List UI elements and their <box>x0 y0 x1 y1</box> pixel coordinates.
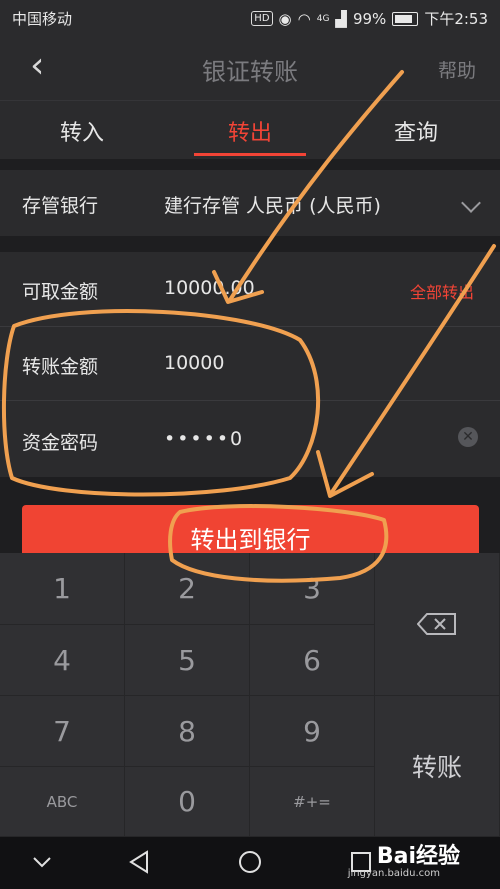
battery-percent: 99% <box>352 9 387 28</box>
amount-label: 转账金额 <box>22 356 99 378</box>
clock: 下午2:53 <box>424 10 488 28</box>
battery-icon <box>392 11 419 26</box>
status-bar: 中国移动 HD ◉ ◠ 4G ▟ 99% 下午2:53 <box>0 0 500 34</box>
key-0[interactable]: 0 <box>125 767 250 837</box>
key-6[interactable]: 6 <box>250 625 375 696</box>
password-input[interactable]: •••••0 <box>164 428 244 450</box>
network-label: 4G <box>316 13 330 24</box>
available-label: 可取金额 <box>22 281 99 303</box>
numeric-keypad: 1 2 3 4 5 6 7 8 9 ABC 0 #+= 转账 <box>0 553 500 837</box>
active-tab-indicator <box>194 153 306 156</box>
clear-icon[interactable]: ✕ <box>458 427 478 447</box>
amount-input[interactable]: 10000 <box>164 352 224 374</box>
available-row: 可取金额 10000.00 全部转出 <box>0 252 500 326</box>
transfer-all-button[interactable]: 全部转出 <box>410 279 474 303</box>
hd-icon: HD <box>251 11 273 26</box>
key-8[interactable]: 8 <box>125 696 250 767</box>
backspace-button[interactable] <box>375 553 500 696</box>
key-2[interactable]: 2 <box>125 553 250 625</box>
tab-query[interactable]: 查询 <box>356 115 476 147</box>
amount-row[interactable]: 转账金额 10000 <box>0 327 500 400</box>
key-3[interactable]: 3 <box>250 553 375 625</box>
key-4[interactable]: 4 <box>0 625 125 696</box>
chevron-down-icon[interactable] <box>32 855 52 869</box>
password-row[interactable]: 资金密码 •••••0 ✕ <box>0 401 500 477</box>
backspace-icon <box>417 613 456 635</box>
watermark-url: jingyan.baidu.com <box>347 868 440 879</box>
key-abc[interactable]: ABC <box>0 767 125 837</box>
home-circle-icon[interactable] <box>238 850 262 874</box>
bank-value: 建行存管 人民币 (人民币) <box>164 195 381 217</box>
transfer-to-bank-button[interactable]: 转出到银行 <box>22 505 479 555</box>
key-5[interactable]: 5 <box>125 625 250 696</box>
available-value: 10000.00 <box>164 277 255 299</box>
page-title: 银证转账 <box>202 58 298 86</box>
watermark: Bai经验 <box>376 844 460 869</box>
signal-icon: ▟ <box>335 9 347 28</box>
tab-transfer-in[interactable]: 转入 <box>22 115 142 147</box>
wifi-icon: ◠ <box>297 9 311 28</box>
tab-transfer-out[interactable]: 转出 <box>190 115 310 147</box>
eye-icon: ◉ <box>278 9 292 28</box>
chevron-down-icon[interactable] <box>461 193 481 213</box>
back-triangle-icon[interactable] <box>128 850 150 874</box>
password-label: 资金密码 <box>22 432 99 454</box>
transfer-key[interactable]: 转账 <box>375 696 500 837</box>
key-1[interactable]: 1 <box>0 553 125 625</box>
help-button[interactable]: 帮助 <box>438 56 476 83</box>
key-9[interactable]: 9 <box>250 696 375 767</box>
status-icons: HD ◉ ◠ 4G ▟ 99% 下午2:53 <box>251 8 488 29</box>
key-symbols[interactable]: #+= <box>250 767 375 837</box>
carrier-label: 中国移动 <box>12 10 73 28</box>
key-7[interactable]: 7 <box>0 696 125 767</box>
bank-row[interactable]: 存管银行 建行存管 人民币 (人民币) <box>0 170 500 236</box>
title-bar: ‹ 银证转账 帮助 <box>0 34 500 100</box>
tab-bar: 转入 转出 查询 <box>0 100 500 159</box>
bank-label: 存管银行 <box>22 195 99 217</box>
